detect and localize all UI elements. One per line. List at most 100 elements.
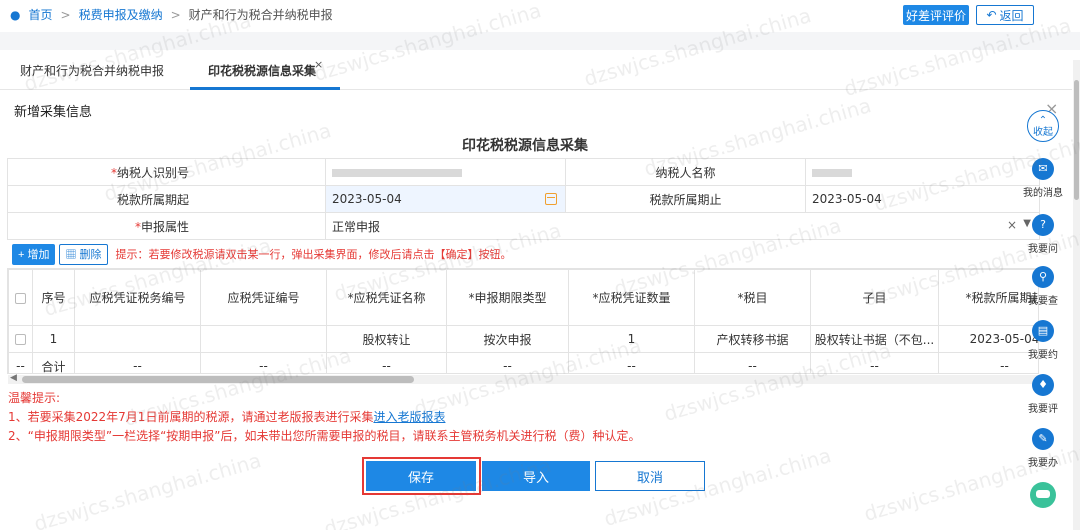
cell: 股权转让 bbox=[326, 325, 447, 353]
scrollbar-thumb[interactable] bbox=[1074, 80, 1079, 200]
side-item-handle[interactable]: ✎ 我要办 bbox=[1020, 428, 1066, 469]
tab-stamp-tax-collection[interactable]: 印花税税源信息采集 bbox=[208, 62, 316, 79]
chevron-up-icon: ⌃ bbox=[1038, 115, 1048, 126]
col-header: 应税凭证税务编号 bbox=[74, 269, 201, 326]
cell: -- bbox=[810, 352, 939, 373]
breadcrumb: ● 首页 > 税费申报及缴纳 > 财产和行为税合并纳税申报 bbox=[10, 6, 333, 23]
calendar-icon[interactable] bbox=[545, 193, 557, 205]
period-start-field[interactable]: 2023-05-04 bbox=[325, 185, 566, 213]
notice-line-2: 2、“申报期限类型”一栏选择“按期申报”后，如未带出您所需要申报的税目，请联系主… bbox=[8, 429, 641, 443]
message-icon: ✉ bbox=[1032, 158, 1054, 180]
location-pin-icon: ● bbox=[10, 7, 21, 22]
breadcrumb-tax-filing[interactable]: 税费申报及缴纳 bbox=[79, 6, 163, 23]
scrollbar-thumb[interactable] bbox=[22, 376, 414, 383]
taxpayer-id-value bbox=[325, 158, 566, 186]
watermark: dzswjcs.shanghai.china bbox=[31, 448, 264, 530]
taxpayer-name-label: 纳税人名称 bbox=[565, 158, 806, 186]
side-item-messages[interactable]: ✉ 我的消息 bbox=[1020, 158, 1066, 199]
cell: 产权转移书据 bbox=[694, 325, 811, 353]
grid-header-row: 序号 应税凭证税务编号 应税凭证编号 *应税凭证名称 *申报期限类型 *应税凭证… bbox=[8, 269, 1038, 326]
table-row[interactable]: 1 股权转让 按次申报 1 产权转移书据 股权转让书据（不包... 2023-0… bbox=[8, 325, 1038, 353]
side-item-ask[interactable]: ? 我要问 bbox=[1020, 214, 1066, 255]
scroll-left-icon[interactable]: ◀ bbox=[10, 373, 17, 383]
cell: 合计 bbox=[32, 352, 75, 373]
panel-title: 新增采集信息 bbox=[14, 105, 93, 120]
col-header: *税目 bbox=[694, 269, 811, 326]
cell: 按次申报 bbox=[446, 325, 569, 353]
pencil-icon: ✎ bbox=[1032, 428, 1054, 450]
side-item-rate[interactable]: ♦ 我要评 bbox=[1020, 374, 1066, 415]
taxpayer-id-label: *纳税人识别号 bbox=[7, 158, 326, 186]
row-checkbox[interactable] bbox=[8, 325, 33, 353]
notice-line-1: 1、若要采集2022年7月1日前属期的税源，请通过老版报表进行采集进入老版报表 bbox=[8, 410, 446, 424]
cell: 股权转让书据（不包... bbox=[810, 325, 939, 353]
cell bbox=[74, 325, 201, 353]
horizontal-scrollbar[interactable]: ◀ bbox=[8, 373, 1038, 384]
col-header: 序号 bbox=[32, 269, 75, 326]
cell: -- bbox=[8, 352, 33, 373]
edit-hint: 提示：若要修改税源请双击某一行，弹出采集界面，修改后请点击【确定】按钮。 bbox=[115, 248, 512, 261]
trash-icon: ▦ bbox=[65, 249, 80, 261]
period-end-value: 2023-05-04 bbox=[805, 185, 1040, 213]
notice-title: 温馨提示: bbox=[8, 391, 61, 405]
chevron-right-icon: > bbox=[170, 7, 181, 22]
total-row: -- 合计 -- -- -- -- -- -- -- -- bbox=[8, 352, 1038, 373]
declaration-attr-label: *申报属性 bbox=[7, 212, 326, 240]
robot-icon bbox=[1030, 482, 1056, 508]
cell bbox=[200, 325, 327, 353]
cell: 1 bbox=[568, 325, 695, 353]
cell: -- bbox=[326, 352, 447, 373]
import-button[interactable]: 导入 bbox=[482, 461, 590, 491]
save-button[interactable]: 保存 bbox=[366, 461, 476, 491]
robot-assistant[interactable] bbox=[1020, 482, 1066, 508]
cell: -- bbox=[74, 352, 201, 373]
cell: -- bbox=[568, 352, 695, 373]
notice: 温馨提示: 1、若要采集2022年7月1日前属期的税源，请通过老版报表进行采集进… bbox=[8, 389, 641, 446]
grid-toolbar: + 增加 ▦ 删除 提示：若要修改税源请双击某一行，弹出采集界面，修改后请点击【… bbox=[12, 243, 512, 265]
col-header: *应税凭证名称 bbox=[326, 269, 447, 326]
top-bar: ● 首页 > 税费申报及缴纳 > 财产和行为税合并纳税申报 好差评评价 ↶ 返回 bbox=[0, 0, 1080, 32]
declaration-attr-select[interactable]: 正常申报 × ▼ bbox=[325, 212, 1040, 240]
taxpayer-name-value bbox=[805, 158, 1040, 186]
evaluation-button[interactable]: 好差评评价 bbox=[903, 5, 969, 25]
period-start-value: 2023-05-04 bbox=[332, 192, 402, 206]
col-header: *申报期限类型 bbox=[446, 269, 569, 326]
side-item-appointment[interactable]: ▤ 我要约 bbox=[1020, 320, 1066, 361]
select-all-checkbox[interactable] bbox=[8, 269, 33, 326]
cell: -- bbox=[694, 352, 811, 373]
delete-button[interactable]: ▦ 删除 bbox=[59, 243, 108, 265]
tax-source-grid: 序号 应税凭证税务编号 应税凭证编号 *应税凭证名称 *申报期限类型 *应税凭证… bbox=[7, 268, 1039, 374]
tab-bar: 财产和行为税合并纳税申报 印花税税源信息采集 × bbox=[0, 50, 1072, 90]
chevron-right-icon: > bbox=[60, 7, 71, 22]
cell: -- bbox=[200, 352, 327, 373]
calendar-icon: ▤ bbox=[1032, 320, 1054, 342]
declaration-attr-value: 正常申报 bbox=[332, 219, 381, 234]
back-button-label: 返回 bbox=[999, 8, 1024, 23]
add-button[interactable]: + 增加 bbox=[12, 243, 56, 265]
period-end-label: 税款所属期止 bbox=[565, 185, 806, 213]
active-tab-indicator bbox=[190, 87, 340, 90]
question-icon: ? bbox=[1032, 214, 1054, 236]
return-arrow-icon: ↶ bbox=[986, 8, 997, 22]
cell: -- bbox=[446, 352, 569, 373]
breadcrumb-home[interactable]: 首页 bbox=[28, 6, 52, 23]
tab-combined-declaration[interactable]: 财产和行为税合并纳税申报 bbox=[20, 62, 164, 79]
clear-icon[interactable]: × bbox=[1007, 218, 1017, 232]
cancel-button[interactable]: 取消 bbox=[595, 461, 705, 491]
back-button[interactable]: ↶ 返回 bbox=[976, 5, 1034, 25]
vertical-scrollbar[interactable] bbox=[1073, 60, 1080, 530]
col-header: 子目 bbox=[810, 269, 939, 326]
breadcrumb-current: 财产和行为税合并纳税申报 bbox=[188, 8, 333, 22]
tab-close-icon[interactable]: × bbox=[314, 58, 323, 71]
side-item-search[interactable]: ⚲ 我要查 bbox=[1020, 266, 1066, 307]
form-table: *纳税人识别号 纳税人名称 税款所属期起 2023-05-04 税款所属期止 2… bbox=[7, 158, 1040, 240]
header-band bbox=[0, 32, 1080, 50]
col-header: *应税凭证数量 bbox=[568, 269, 695, 326]
cell: 1 bbox=[32, 325, 75, 353]
collapse-button[interactable]: ⌃ 收起 bbox=[1020, 110, 1066, 142]
form-title: 印花税税源信息采集 bbox=[462, 138, 588, 154]
period-start-label: 税款所属期起 bbox=[7, 185, 326, 213]
col-header: 应税凭证编号 bbox=[200, 269, 327, 326]
old-report-link[interactable]: 进入老版报表 bbox=[373, 410, 445, 424]
shield-icon: ♦ bbox=[1032, 374, 1054, 396]
